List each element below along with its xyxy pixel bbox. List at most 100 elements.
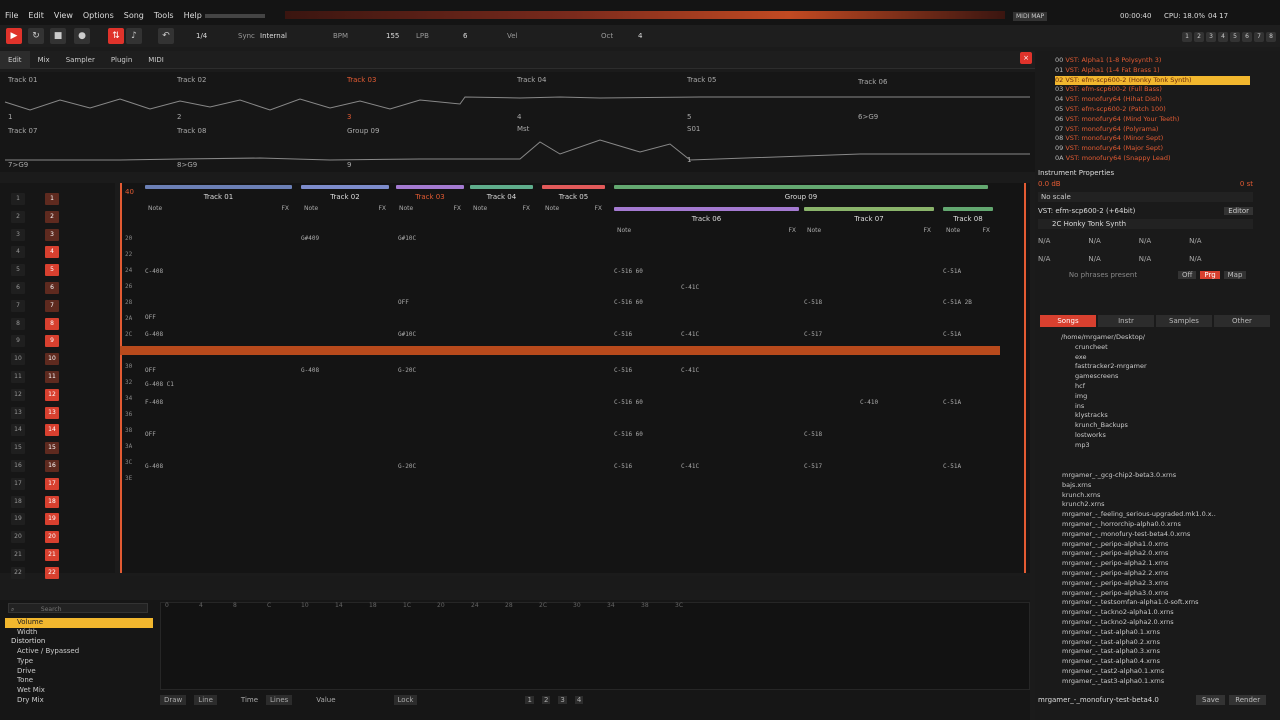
- folder-tree[interactable]: /home/mrgamer/Desktop/ cruncheet exe fas…: [1045, 333, 1245, 451]
- sequence-slot-number[interactable]: 21: [11, 549, 25, 561]
- sequence-pattern-cell[interactable]: 10: [45, 353, 59, 366]
- note-cell[interactable]: OFF: [145, 314, 156, 321]
- folder-path[interactable]: /home/mrgamer/Desktop/: [1045, 333, 1245, 343]
- file-item[interactable]: mrgamer_-_tast-alpha0.4.xrns: [1060, 657, 1250, 667]
- file-item[interactable]: mrgamer_-_tast-alpha0.3.xrns: [1060, 647, 1250, 657]
- note-cell[interactable]: C-518: [804, 299, 822, 306]
- macro-4-value[interactable]: N/A: [1189, 237, 1201, 245]
- sequence-pattern-cell[interactable]: 6: [45, 282, 59, 294]
- preset-select[interactable]: 2C Honky Tonk Synth: [1038, 219, 1253, 229]
- phrase-prg-button[interactable]: Prg: [1200, 271, 1220, 279]
- save-button[interactable]: Save: [1196, 695, 1226, 705]
- file-item[interactable]: mrgamer_-_peripo-alpha3.0.xrns: [1060, 589, 1250, 599]
- tab-plugin[interactable]: Plugin: [103, 51, 140, 69]
- page-4-button[interactable]: 4: [574, 696, 584, 704]
- note-cell[interactable]: C-410: [860, 399, 878, 406]
- file-item[interactable]: mrgamer_-_peripo-alpha2.1.xrns: [1060, 559, 1250, 569]
- sequence-pattern-cell[interactable]: 14: [45, 424, 59, 437]
- note-cell[interactable]: C-51A: [943, 268, 961, 275]
- sequence-slot-number[interactable]: 6: [11, 282, 25, 294]
- note-cell[interactable]: G#10C: [398, 235, 416, 242]
- file-item[interactable]: mrgamer_-_monofury-test-beta4.0.xrns: [1060, 530, 1250, 540]
- file-item[interactable]: mrgamer_-_tast3-alpha0.1.xrns: [1060, 677, 1250, 687]
- track-header[interactable]: Track 06 Note FX: [614, 207, 799, 237]
- file-item[interactable]: mrgamer_-_tackno2-alpha2.0.xrns: [1060, 618, 1250, 628]
- sequence-pattern-cell[interactable]: 9: [45, 335, 59, 348]
- sequence-slot-number[interactable]: 13: [11, 406, 25, 419]
- file-item[interactable]: mrgamer_-_tast2-alpha0.1.xrns: [1060, 667, 1250, 677]
- macro-1-value[interactable]: N/A: [1038, 237, 1050, 245]
- track-6-button[interactable]: 6: [1242, 32, 1252, 42]
- note-cell[interactable]: G-408: [145, 331, 163, 338]
- param-tone[interactable]: Tone: [5, 676, 153, 686]
- tab-songs[interactable]: Songs: [1040, 315, 1096, 327]
- file-item[interactable]: krunch2.xrns: [1060, 500, 1250, 510]
- sequence-pattern-cell[interactable]: 2: [45, 210, 59, 223]
- file-item[interactable]: mrgamer_-_feeling_serious-upgraded.mk1.0…: [1060, 510, 1250, 520]
- instrument-item[interactable]: 05 VST: efm-scp600-2 (Patch 100): [1055, 105, 1250, 115]
- note-cell[interactable]: G-408 C1: [145, 381, 174, 388]
- note-cell[interactable]: OFF: [145, 367, 156, 374]
- sequence-pattern-cell[interactable]: 11: [45, 371, 59, 383]
- note-cell[interactable]: C-516: [614, 331, 632, 338]
- note-cell[interactable]: C-408: [145, 268, 163, 275]
- track-2-button[interactable]: 2: [1194, 32, 1204, 42]
- filename-input[interactable]: mrgamer_-_monofury-test-beta4.0: [1038, 696, 1188, 704]
- sequence-pattern-cell[interactable]: 3: [45, 228, 59, 241]
- tab-edit[interactable]: Edit: [0, 51, 30, 69]
- tab-mix[interactable]: Mix: [30, 51, 58, 69]
- sequence-pattern-cell[interactable]: 17: [45, 477, 59, 490]
- instrument-list[interactable]: 00 VST: Alpha1 (1-8 Polysynth 3) 01 VST:…: [1055, 56, 1250, 164]
- instrument-item[interactable]: 01 VST: Alpha1 (1-4 Fat Brass 1): [1055, 66, 1250, 76]
- param-drive[interactable]: Drive: [5, 667, 153, 677]
- scale-select[interactable]: No scale: [1038, 192, 1253, 202]
- lpb-value[interactable]: 6: [463, 32, 467, 40]
- step-value[interactable]: 1/4: [196, 32, 207, 40]
- note-cell[interactable]: C-51A: [943, 331, 961, 338]
- file-list[interactable]: mrgamer_-_gcg-chip2-beta3.0.xrns bajs.xrn…: [1060, 471, 1250, 687]
- sequence-slot-number[interactable]: 16: [11, 460, 25, 472]
- file-item[interactable]: mrgamer_-_tackno2-alpha1.0.xrns: [1060, 608, 1250, 618]
- param-active-bypassed[interactable]: Active / Bypassed: [5, 647, 153, 657]
- pattern-editor[interactable]: 40 Track 01 Note FX Track 02 Note FX Track 03 N…: [120, 183, 1030, 573]
- note-cell[interactable]: C-41C: [681, 284, 699, 291]
- track-header[interactable]: Track 08 Note FX: [943, 207, 993, 237]
- phrase-map-button[interactable]: Map: [1223, 271, 1247, 279]
- instrument-item-selected[interactable]: 02 VST: efm-scp600-2 (Honky Tonk Synth): [1055, 75, 1250, 86]
- instrument-item[interactable]: 03 VST: efm-scp600-2 (Full Bass): [1055, 85, 1250, 95]
- file-item[interactable]: mrgamer_-_gcg-chip2-beta3.0.xrns: [1060, 471, 1250, 481]
- folder-item[interactable]: fasttracker2-mrgamer: [1045, 362, 1245, 372]
- note-cell[interactable]: G-408: [145, 463, 163, 470]
- param-type[interactable]: Type: [5, 657, 153, 667]
- sequence-slot-number[interactable]: 8: [11, 317, 25, 330]
- sequence-slot-number[interactable]: 7: [11, 299, 25, 312]
- page-1-button[interactable]: 1: [525, 696, 534, 704]
- sequence-slot-number[interactable]: 4: [11, 246, 25, 259]
- sequence-slot-number[interactable]: 11: [11, 371, 25, 383]
- track-4-button[interactable]: 4: [1218, 32, 1228, 42]
- folder-item[interactable]: hcf: [1045, 382, 1245, 392]
- note-cell[interactable]: C-516 60: [614, 399, 643, 406]
- follow-button[interactable]: ⇅: [108, 28, 124, 44]
- instrument-item[interactable]: 09 VST: monofury64 (Major Sept): [1055, 144, 1250, 154]
- file-item[interactable]: mrgamer_-_testsomfan-alpha1.0-soft.xrns: [1060, 598, 1250, 608]
- lines-select[interactable]: Lines: [266, 695, 293, 705]
- folder-item[interactable]: ins: [1045, 402, 1245, 412]
- note-cell[interactable]: F-408: [145, 399, 163, 406]
- instrument-item[interactable]: 00 VST: Alpha1 (1-8 Polysynth 3): [1055, 56, 1250, 66]
- sequence-pattern-cell[interactable]: 13: [45, 406, 59, 419]
- note-cell[interactable]: C-41C: [681, 331, 699, 338]
- play-button[interactable]: ▶: [6, 28, 22, 44]
- undo-button[interactable]: ↶: [158, 28, 174, 44]
- param-width[interactable]: Width: [5, 628, 153, 638]
- folder-item[interactable]: img: [1045, 392, 1245, 402]
- folder-item[interactable]: klystracks: [1045, 411, 1245, 421]
- folder-item[interactable]: cruncheet: [1045, 343, 1245, 353]
- file-item[interactable]: mrgamer_-_peripo-alpha1.0.xrns: [1060, 540, 1250, 550]
- macro-7-value[interactable]: N/A: [1139, 255, 1151, 263]
- track-8-button[interactable]: 8: [1266, 32, 1276, 42]
- file-item[interactable]: bajs.xrns: [1060, 481, 1250, 491]
- sync-select[interactable]: Internal: [260, 32, 287, 40]
- note-cell[interactable]: G#10C: [398, 331, 416, 338]
- note-cell[interactable]: C-516 60: [614, 431, 643, 438]
